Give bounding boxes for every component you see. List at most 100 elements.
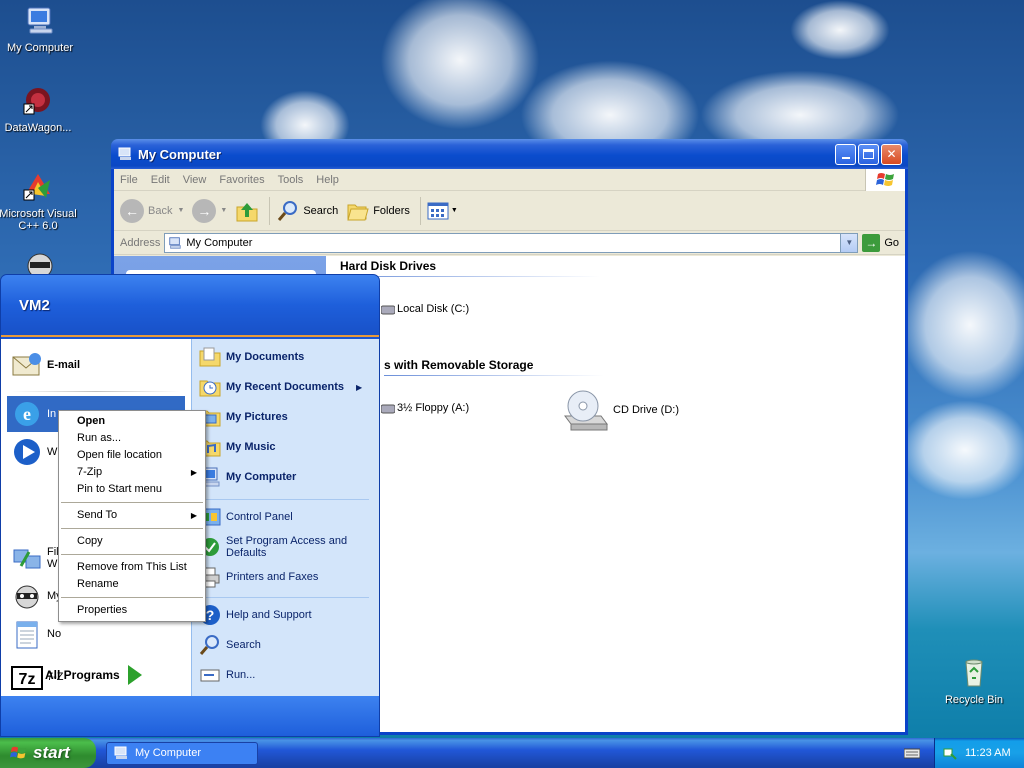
taskbar-item-label: My Computer — [135, 747, 202, 759]
start-menu-header: VM2 — [1, 275, 379, 337]
clock[interactable]: 11:23 AM — [965, 747, 1011, 759]
start-item-help-support[interactable]: ? Help and Support — [198, 603, 312, 627]
start-item-label: Set Program Access and Defaults — [226, 535, 348, 559]
desktop-icon-recycle-bin[interactable]: Recycle Bin — [934, 656, 1014, 706]
chevron-down-icon: ▼ — [177, 207, 185, 214]
ctx-run-as[interactable]: Run as... — [59, 430, 205, 447]
close-icon: ✕ — [886, 147, 897, 161]
drive-cd-d[interactable]: CD Drive (D:) — [561, 388, 679, 432]
back-button[interactable]: ← Back ▼ — [120, 198, 185, 223]
folders-button[interactable]: Folders — [346, 199, 410, 223]
go-label: Go — [884, 236, 899, 249]
address-bar: Address My Computer ▼ → Go — [114, 231, 905, 255]
ctx-rename[interactable]: Rename — [59, 576, 205, 593]
start-item-label: Run... — [226, 669, 256, 681]
address-dropdown-button[interactable]: ▼ — [840, 233, 858, 252]
start-item-run[interactable]: Run... — [198, 663, 255, 687]
drive-local-disk-c[interactable]: Local Disk (C:) — [381, 302, 469, 316]
desktop-icon-visual-cpp[interactable]: Microsoft Visual C++ 6.0 — [0, 170, 78, 232]
svg-text:7z: 7z — [19, 671, 36, 688]
start-menu-separator — [202, 499, 369, 500]
start-menu-separator — [202, 597, 369, 598]
desktop-icon-my-computer[interactable]: My Computer — [0, 4, 80, 54]
start-item-control-panel[interactable]: Control Panel — [198, 505, 293, 529]
start-item-my-documents[interactable]: My Documents — [198, 345, 304, 369]
start-item-my-music[interactable]: My Music — [198, 435, 276, 459]
all-programs-button[interactable]: All Programs — [45, 665, 142, 685]
desktop-icon-label: DataWagon... — [4, 122, 72, 134]
start-item-my-recent-documents[interactable]: My Recent Documents ▶ — [198, 375, 362, 399]
menu-edit[interactable]: Edit — [151, 174, 170, 186]
toolbar-separator — [419, 196, 421, 225]
start-item-label: Printers and Faxes — [226, 571, 319, 583]
search-button[interactable]: Search — [276, 199, 338, 223]
ctx-open[interactable]: Open — [59, 413, 205, 430]
computer-icon — [118, 147, 131, 160]
menu-favorites[interactable]: Favorites — [219, 174, 264, 186]
cd-drive-icon — [564, 390, 608, 431]
chevron-right-icon: ▶ — [355, 382, 363, 392]
computer-icon — [169, 236, 182, 249]
raccoon-icon — [27, 253, 53, 274]
start-item-label: My Music — [226, 441, 276, 453]
ctx-7zip[interactable]: 7-Zip ▶ — [59, 464, 205, 481]
start-item-label: Search — [226, 639, 261, 651]
start-menu-places: My Documents My Recent Documents ▶ My Pi… — [191, 339, 379, 697]
desktop-icon-raccoon[interactable] — [0, 248, 80, 274]
group-header-removable: s with Removable Storage — [384, 358, 534, 372]
recent-documents-icon — [199, 380, 221, 397]
views-button[interactable]: ▼ — [427, 200, 458, 222]
close-button[interactable]: ✕ — [881, 143, 902, 165]
maximize-button[interactable] — [858, 143, 879, 165]
drive-label: Local Disk (C:) — [397, 303, 470, 315]
folders-icon — [347, 204, 369, 220]
start-item-files-wizard[interactable]: File Wi — [11, 542, 65, 574]
start-button[interactable]: start — [0, 738, 96, 768]
start-item-my-pictures[interactable]: My Pictures — [198, 405, 288, 429]
menu-file[interactable]: File — [120, 174, 138, 186]
start-item-email[interactable]: E-mail — [11, 349, 80, 381]
svg-text:?: ? — [206, 607, 215, 623]
window-titlebar[interactable]: My Computer ✕ — [111, 139, 908, 169]
ctx-copy[interactable]: Copy — [59, 533, 205, 550]
my-documents-icon — [199, 347, 221, 367]
start-item-search[interactable]: Search — [198, 633, 261, 657]
toolbar-separator — [269, 196, 271, 225]
ctx-remove-from-list[interactable]: Remove from This List — [59, 559, 205, 576]
start-item-label: My Recent Documents — [226, 381, 344, 393]
taskbar-item-my-computer[interactable]: My Computer — [106, 741, 258, 765]
desktop-icon-datawagon[interactable]: DataWagon... — [0, 84, 78, 134]
start-item-my-computer[interactable]: My Computer — [198, 465, 296, 489]
ctx-pin-to-start[interactable]: Pin to Start menu — [59, 481, 205, 498]
start-item-media-player[interactable]: Wi — [11, 436, 60, 468]
ctx-separator — [61, 597, 203, 598]
notepad-icon — [16, 621, 38, 649]
ctx-properties[interactable]: Properties — [59, 602, 205, 619]
back-label: Back — [148, 204, 173, 217]
menu-help[interactable]: Help — [316, 174, 339, 186]
start-item-raccoon-app[interactable]: My — [11, 580, 62, 612]
ctx-separator — [61, 502, 203, 503]
keyboard-icon[interactable] — [904, 746, 920, 760]
address-field[interactable]: My Computer ▼ — [164, 232, 859, 253]
start-item-printers-faxes[interactable]: Printers and Faxes — [198, 565, 318, 589]
forward-button[interactable]: → ▼ — [192, 198, 227, 223]
ctx-send-to[interactable]: Send To ▶ — [59, 507, 205, 524]
up-button[interactable] — [235, 199, 259, 223]
start-item-notepad[interactable]: No — [11, 618, 61, 650]
7zip-icon: 7z — [11, 666, 43, 690]
start-item-set-program-access[interactable]: Set Program Access and Defaults — [198, 535, 368, 559]
windows-flag-icon — [10, 746, 27, 759]
folders-label: Folders — [373, 204, 410, 217]
menu-view[interactable]: View — [183, 174, 207, 186]
minimize-button[interactable] — [835, 143, 856, 165]
drive-floppy-a[interactable]: 3½ Floppy (A:) — [381, 401, 469, 415]
network-icon[interactable] — [943, 746, 957, 760]
go-button[interactable]: → Go — [862, 233, 899, 252]
chevron-down-icon: ▼ — [450, 207, 458, 214]
green-arrow-icon — [127, 665, 142, 685]
search-label: Search — [303, 204, 339, 217]
menu-tools[interactable]: Tools — [278, 174, 304, 186]
chevron-right-icon: ▶ — [190, 511, 197, 520]
ctx-open-file-location[interactable]: Open file location — [59, 447, 205, 464]
